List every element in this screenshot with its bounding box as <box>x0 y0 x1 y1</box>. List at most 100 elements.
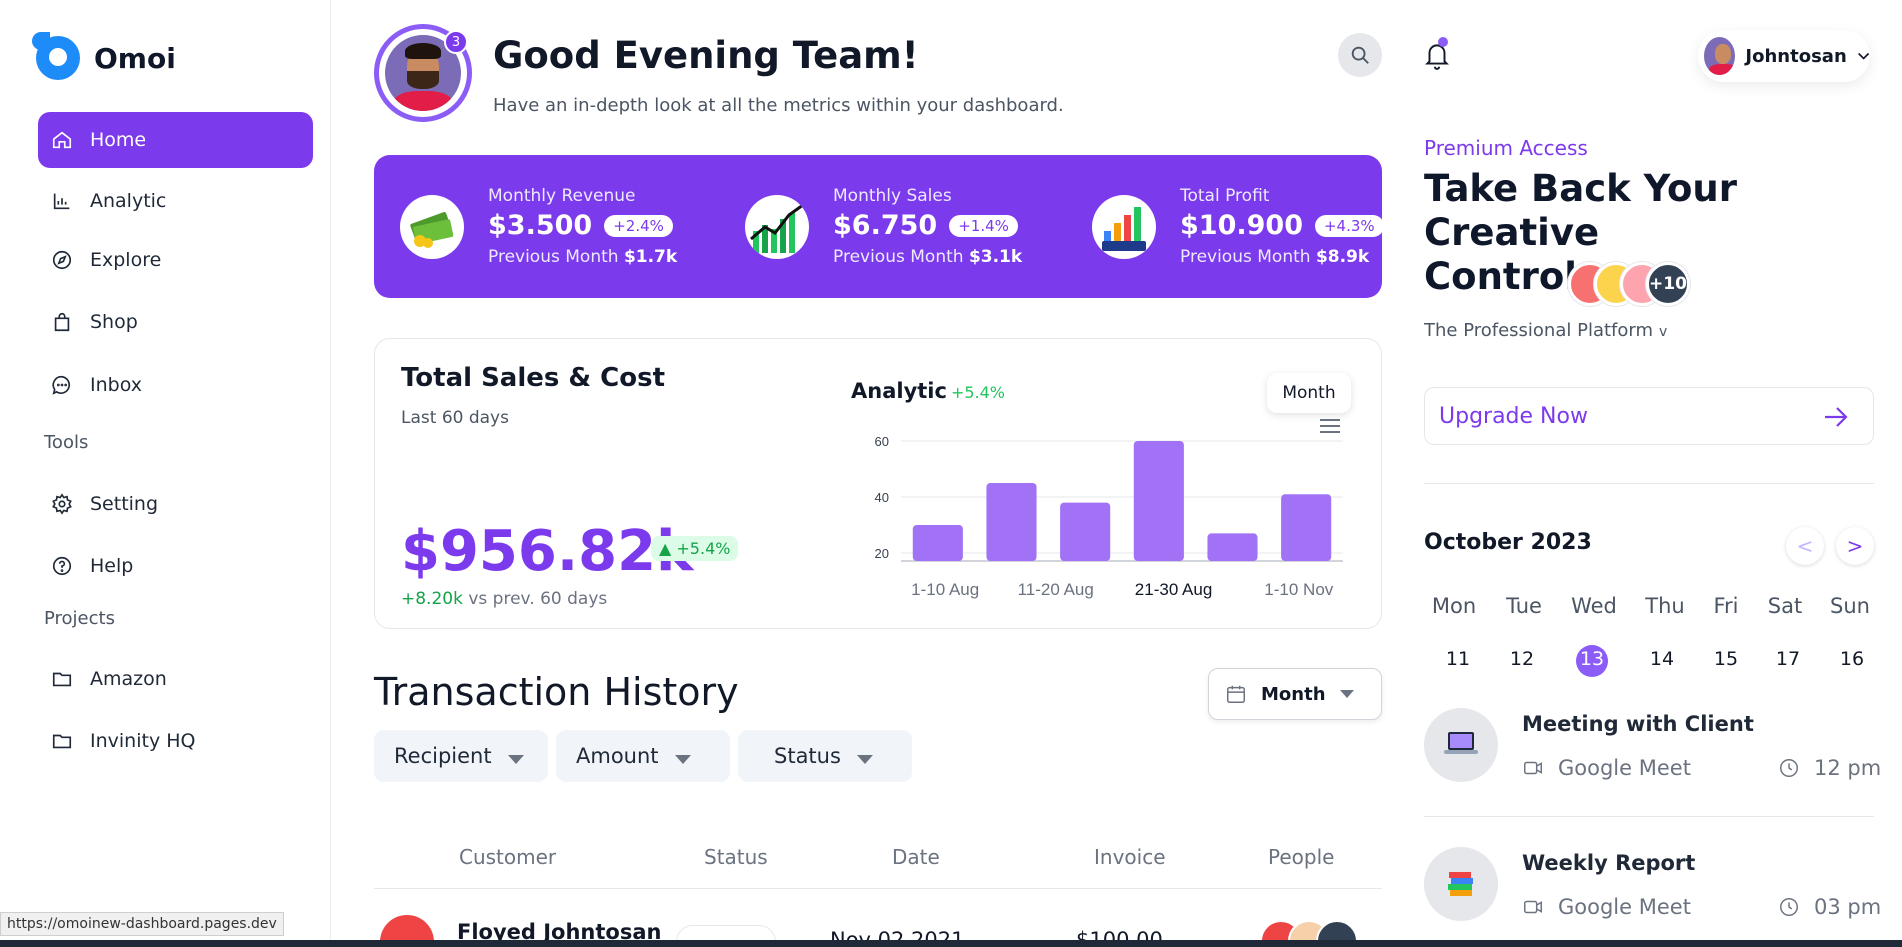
sidebar-item-help[interactable]: Help <box>38 538 313 594</box>
transaction-history-title: Transaction History <box>374 670 739 714</box>
caret-down-icon <box>856 754 873 764</box>
premium-label: Premium Access <box>1424 136 1588 160</box>
weekday-label: Thu <box>1645 594 1685 618</box>
sidebar-item-inbox[interactable]: Inbox <box>38 357 313 413</box>
metric-change-badge: +4.3% <box>1314 214 1384 237</box>
card-period: Last 60 days <box>401 408 509 428</box>
calendar-day[interactable]: 15 <box>1696 648 1756 670</box>
sales-total: $956.82k <box>401 519 694 584</box>
column-header-customer[interactable]: Customer <box>459 845 556 869</box>
weekday-label: Wed <box>1571 594 1617 618</box>
weekday-label: Fri <box>1713 594 1739 618</box>
filter-label: Amount <box>576 744 659 768</box>
metric-prev-value: $3.1k <box>968 247 1023 267</box>
sidebar-item-invinity-hq[interactable]: Invinity HQ <box>38 713 313 769</box>
avatar <box>1704 37 1736 75</box>
user-menu[interactable]: Johntosan <box>1698 30 1870 82</box>
app-name: Omoi <box>94 41 176 75</box>
filter-recipient[interactable]: Recipient <box>374 730 548 782</box>
card-title: Total Sales & Cost <box>401 363 665 393</box>
clock-icon <box>1780 898 1798 916</box>
sidebar-item-shop[interactable]: Shop <box>38 294 313 350</box>
column-header-invoice[interactable]: Invoice <box>1094 845 1166 869</box>
metric-prev-label: Previous Month <box>488 247 619 267</box>
calendar-prev-button[interactable]: < <box>1786 527 1824 565</box>
calendar-day[interactable]: 11 <box>1428 648 1488 670</box>
filter-status[interactable]: Status <box>738 730 912 782</box>
chart-title: Analytic +5.4% <box>851 379 1005 403</box>
home-icon <box>50 128 74 152</box>
sidebar-item-home[interactable]: Home <box>38 112 313 168</box>
sidebar-item-label: Setting <box>90 493 159 515</box>
calendar-day[interactable]: 16 <box>1822 648 1882 670</box>
y-tick-label: 20 <box>875 546 889 561</box>
table-header-divider <box>374 888 1382 889</box>
upgrade-now-button[interactable]: Upgrade Now <box>1424 387 1874 445</box>
search-icon <box>1351 46 1369 64</box>
browser-status-url: https://omoinew-dashboard.pages.dev <box>0 912 284 936</box>
x-tick-label: 1-10 Nov <box>1264 580 1333 599</box>
sidebar-item-setting[interactable]: Setting <box>38 476 313 532</box>
caret-down-icon <box>507 754 524 764</box>
metric-prev-label: Previous Month <box>833 247 964 267</box>
projects-heading: Projects <box>44 608 115 629</box>
sidebar: Omoi Home Analytic Explore Shop Inbox To… <box>0 0 331 947</box>
caret-down-icon <box>1339 690 1354 698</box>
column-header-people[interactable]: People <box>1268 845 1334 869</box>
page-subtitle: Have an in-depth look at all the metrics… <box>493 95 1064 116</box>
y-tick-label: 40 <box>875 490 889 505</box>
bar-chart-icon <box>50 189 74 213</box>
sidebar-item-label: Shop <box>90 311 138 333</box>
column-header-date[interactable]: Date <box>892 845 940 869</box>
upgrade-label: Upgrade Now <box>1439 403 1588 429</box>
transaction-month-dropdown[interactable]: Month <box>1208 668 1382 720</box>
platform-selector[interactable]: The Professional Platform v <box>1424 320 1667 341</box>
chart-bar <box>1133 441 1184 561</box>
sidebar-item-analytic[interactable]: Analytic <box>38 173 313 229</box>
metric-total-profit[interactable]: Total Profit $10.900 +4.3% Previous Mont… <box>1092 155 1384 298</box>
calendar-day[interactable]: 12 <box>1492 648 1552 670</box>
app-logo[interactable]: Omoi <box>32 32 176 80</box>
calendar-month-title: October 2023 <box>1424 530 1592 555</box>
metric-value: $6.750 <box>833 210 938 241</box>
sidebar-item-label: Invinity HQ <box>90 730 196 752</box>
metric-prev-label: Previous Month <box>1180 247 1311 267</box>
calendar-day-selected[interactable]: 13 <box>1562 648 1622 670</box>
laptop-icon <box>1424 708 1498 782</box>
calendar-next-button[interactable]: > <box>1836 527 1874 565</box>
column-header-status[interactable]: Status <box>704 845 768 869</box>
more-members-badge: +10 <box>1646 262 1690 306</box>
chart-period-button[interactable]: Month <box>1267 373 1351 413</box>
sales-change-value: +5.4% <box>676 539 731 558</box>
sidebar-item-label: Home <box>90 129 147 151</box>
y-tick-label: 60 <box>875 434 889 449</box>
sidebar-item-label: Explore <box>90 249 162 271</box>
video-camera-icon <box>1524 900 1542 914</box>
calendar-day[interactable]: 14 <box>1632 648 1692 670</box>
sidebar-item-explore[interactable]: Explore <box>38 232 313 288</box>
metric-label: Total Profit <box>1180 186 1270 206</box>
metric-value: $3.500 <box>488 210 593 241</box>
sales-delta-text: vs prev. 60 days <box>468 589 608 609</box>
metric-monthly-revenue[interactable]: Monthly Revenue $3.500 +2.4% Previous Mo… <box>400 155 677 298</box>
sales-delta: +8.20k <box>401 589 463 609</box>
taskbar-strip <box>0 940 1902 947</box>
divider <box>1424 816 1874 817</box>
x-tick-label: 11-20 Aug <box>1018 580 1094 599</box>
profit-bars-icon <box>1092 194 1156 259</box>
metric-change-badge: +1.4% <box>949 214 1018 237</box>
metric-prev-value: $1.7k <box>623 247 678 267</box>
metric-monthly-sales[interactable]: Monthly Sales $6.750 +1.4% Previous Mont… <box>745 155 1022 298</box>
calendar-day[interactable]: 17 <box>1758 648 1818 670</box>
event-location-label: Google Meet <box>1558 895 1691 919</box>
sidebar-item-amazon[interactable]: Amazon <box>38 651 313 707</box>
metric-change-badge: +2.4% <box>604 214 673 237</box>
sidebar-item-label: Inbox <box>90 374 142 396</box>
video-camera-icon <box>1524 761 1542 775</box>
x-tick-label: 21-30 Aug <box>1135 580 1213 599</box>
event-location: Google Meet <box>1522 895 1691 919</box>
search-button[interactable] <box>1338 33 1382 77</box>
page-title: Good Evening Team! <box>493 34 919 77</box>
chevron-down-icon: v <box>1659 324 1668 340</box>
filter-amount[interactable]: Amount <box>556 730 730 782</box>
